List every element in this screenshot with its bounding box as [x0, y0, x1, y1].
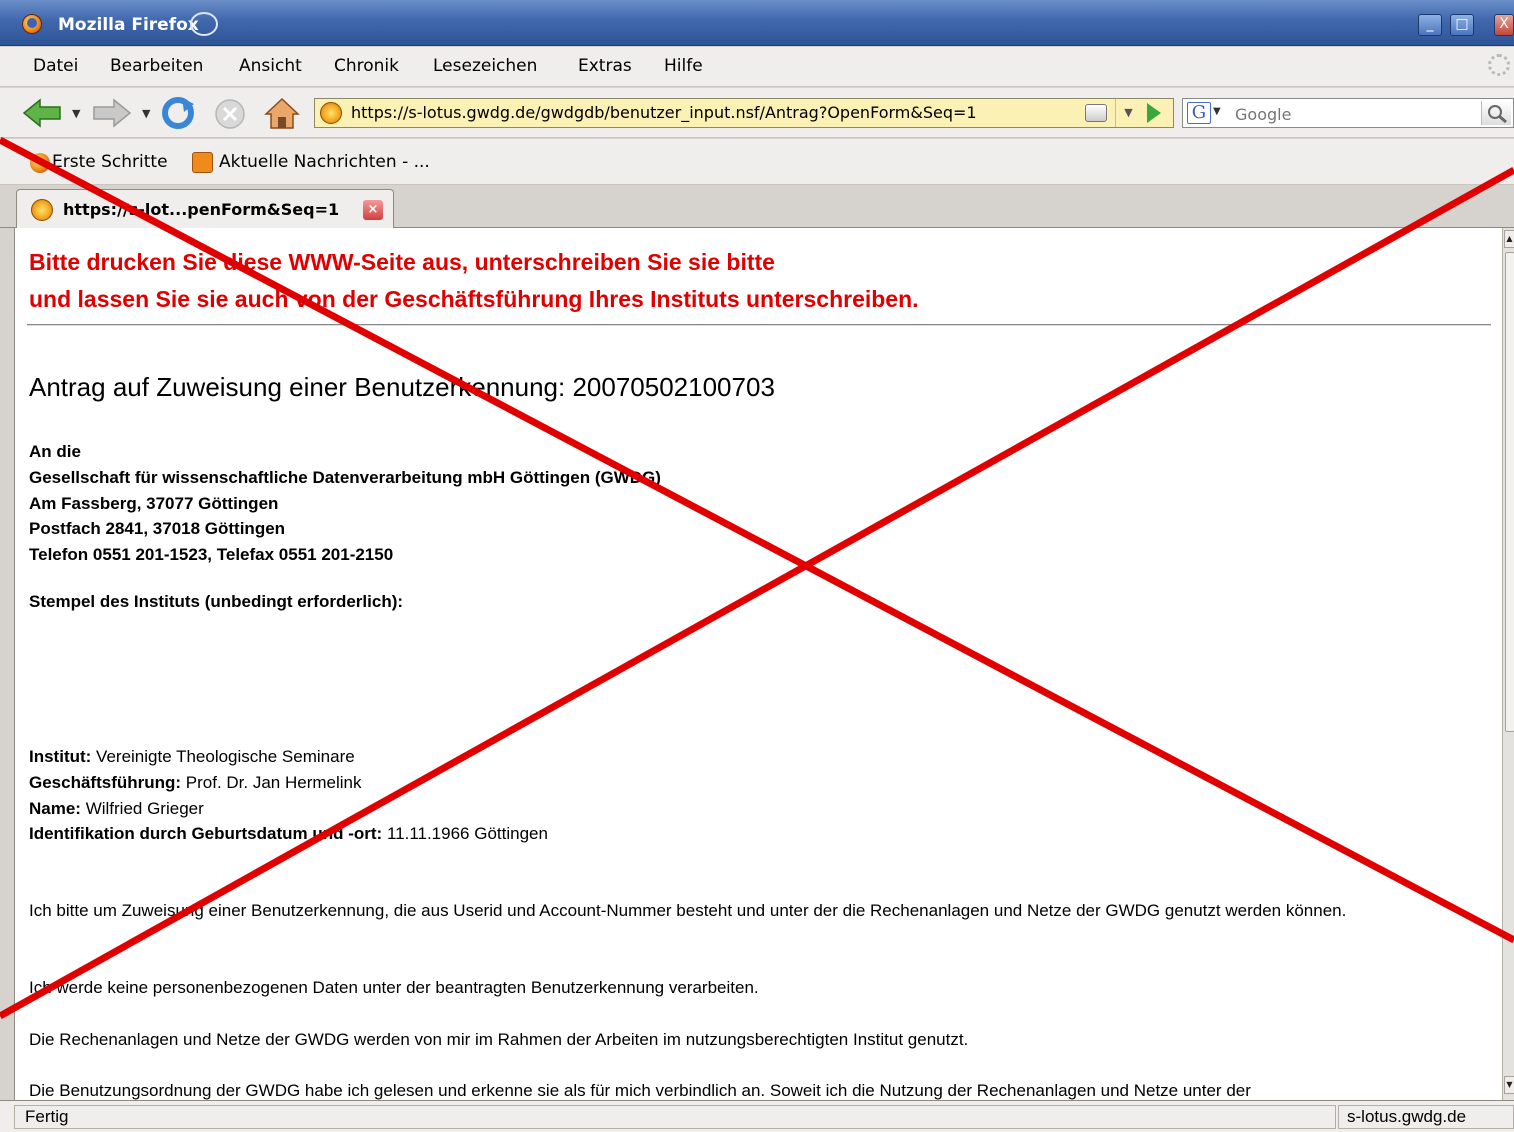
field-label: Institut:	[29, 747, 92, 766]
maximize-button[interactable]: □	[1450, 14, 1474, 36]
minimize-button[interactable]: _	[1418, 14, 1442, 36]
bookmark-aktuelle-nachrichten[interactable]: Aktuelle Nachrichten - ...	[219, 152, 430, 172]
paragraph-regulations: Die Benutzungsordnung der GWDG habe ich …	[29, 1081, 1251, 1100]
menu-datei[interactable]: Datei	[33, 56, 78, 76]
status-text: Fertig	[14, 1105, 1336, 1129]
print-notice: Bitte drucken Sie diese WWW-Seite aus, u…	[29, 244, 919, 318]
field-value: Wilfried Grieger	[80, 798, 204, 818]
go-icon[interactable]	[1147, 103, 1161, 123]
bookmark-erste-schritte[interactable]: Erste Schritte	[52, 152, 168, 172]
stop-icon[interactable]	[214, 98, 246, 130]
scrollbar-thumb[interactable]	[1505, 252, 1514, 732]
horizontal-rule	[27, 324, 1491, 326]
field-label: Name:	[29, 798, 81, 818]
menu-chronik[interactable]: Chronik	[334, 56, 399, 76]
tab-close-icon[interactable]: ×	[363, 200, 383, 220]
search-input[interactable]	[1235, 103, 1475, 125]
scroll-down-icon[interactable]: ▼	[1504, 1076, 1514, 1094]
search-icon[interactable]	[1481, 101, 1511, 125]
tab-label[interactable]: https://s-lot...penForm&Seq=1	[63, 200, 339, 219]
field-geschaeftsfuehrung: Geschäftsführung: Prof. Dr. Jan Hermelin…	[29, 770, 548, 796]
window-title: Mozilla Firefox	[58, 15, 199, 35]
lock-icon[interactable]	[1085, 104, 1107, 122]
field-value: 11.11.1966 Göttingen	[382, 824, 548, 844]
page-content: Bitte drucken Sie diese WWW-Seite aus, u…	[14, 228, 1502, 1100]
firefox-icon	[22, 14, 42, 34]
menu-bearbeiten[interactable]: Bearbeiten	[110, 56, 203, 76]
navigation-toolbar: ▼ ▼ https://s-lotus.gwdg.de/gwdgdb/benut…	[0, 88, 1514, 138]
close-button[interactable]: X	[1494, 14, 1514, 36]
field-label: Identifikation durch Geburtsdatum und -o…	[29, 824, 383, 844]
search-engine-dropdown-icon[interactable]: ▼	[1213, 106, 1221, 117]
notice-line-2: und lassen Sie sie auch von der Geschäft…	[29, 286, 919, 312]
url-bar[interactable]: https://s-lotus.gwdg.de/gwdgdb/benutzer_…	[314, 98, 1174, 128]
page-title: Antrag auf Zuweisung einer Benutzerkennu…	[29, 372, 775, 402]
applicant-fields: Institut: Vereinigte Theologische Semina…	[29, 744, 548, 847]
search-bar[interactable]: G ▼	[1182, 98, 1514, 128]
tab-bar: https://s-lot...penForm&Seq=1 ×	[0, 186, 1514, 228]
url-history-dropdown-icon[interactable]: ▼	[1115, 99, 1141, 127]
tab-site-icon	[31, 199, 53, 221]
field-institut: Institut: Vereinigte Theologische Semina…	[29, 744, 548, 770]
status-site: s-lotus.gwdg.de	[1338, 1105, 1514, 1129]
notice-line-1: Bitte drucken Sie diese WWW-Seite aus, u…	[29, 249, 775, 275]
home-icon[interactable]	[264, 96, 300, 130]
back-icon[interactable]	[22, 98, 62, 128]
menu-ansicht[interactable]: Ansicht	[239, 56, 302, 76]
paragraph-usage: Die Rechenanlagen und Netze der GWDG wer…	[29, 1030, 969, 1049]
vertical-scrollbar[interactable]: ▲ ▼	[1502, 228, 1514, 1100]
field-value: Prof. Dr. Jan Hermelink	[181, 772, 362, 792]
field-label: Geschäftsführung:	[29, 772, 182, 792]
address-line: Telefon 0551 201-1523, Telefax 0551 201-…	[29, 545, 394, 565]
menu-hilfe[interactable]: Hilfe	[664, 56, 703, 76]
menu-extras[interactable]: Extras	[578, 56, 632, 76]
forward-history-dropdown-icon[interactable]: ▼	[142, 107, 150, 120]
tab-current[interactable]: https://s-lot...penForm&Seq=1 ×	[16, 189, 394, 228]
status-bar: Fertig s-lotus.gwdg.de	[0, 1100, 1514, 1132]
stamp-label: Stempel des Instituts (unbedingt erforde…	[29, 592, 404, 611]
address-line: Postfach 2841, 37018 Göttingen	[29, 519, 286, 539]
paragraph-request: Ich bitte um Zuweisung einer Benutzerken…	[29, 901, 1347, 920]
rss-feed-icon	[192, 152, 213, 173]
reload-icon[interactable]	[160, 96, 196, 130]
address-line: Gesellschaft für wissenschaftliche Daten…	[29, 467, 661, 487]
title-decoration-icon	[190, 12, 218, 36]
activity-throbber-icon	[1488, 54, 1510, 76]
menu-lesezeichen[interactable]: Lesezeichen	[433, 56, 537, 76]
paragraph-personal-data: Ich werde keine personenbezogenen Daten …	[29, 978, 759, 997]
site-identity-icon[interactable]	[320, 102, 342, 124]
forward-icon[interactable]	[92, 98, 132, 128]
title-bar: Mozilla Firefox _ □ X	[0, 0, 1514, 46]
search-engine-icon[interactable]: G	[1187, 102, 1211, 124]
firefox-bookmark-icon	[30, 153, 50, 173]
field-value: Vereinigte Theologische Seminare	[91, 747, 355, 766]
address-line: An die	[29, 442, 81, 461]
bookmarks-toolbar: Erste Schritte Aktuelle Nachrichten - ..…	[0, 139, 1514, 185]
menu-bar: Datei Bearbeiten Ansicht Chronik Lesezei…	[0, 47, 1514, 87]
scroll-up-icon[interactable]: ▲	[1504, 230, 1514, 248]
address-line: Am Fassberg, 37077 Göttingen	[29, 493, 279, 513]
recipient-address: An die Gesellschaft für wissenschaftlich…	[29, 439, 661, 568]
field-name: Name: Wilfried Grieger	[29, 796, 548, 822]
field-identifikation: Identifikation durch Geburtsdatum und -o…	[29, 821, 548, 847]
url-text[interactable]: https://s-lotus.gwdg.de/gwdgdb/benutzer_…	[351, 103, 977, 122]
back-history-dropdown-icon[interactable]: ▼	[72, 107, 80, 120]
